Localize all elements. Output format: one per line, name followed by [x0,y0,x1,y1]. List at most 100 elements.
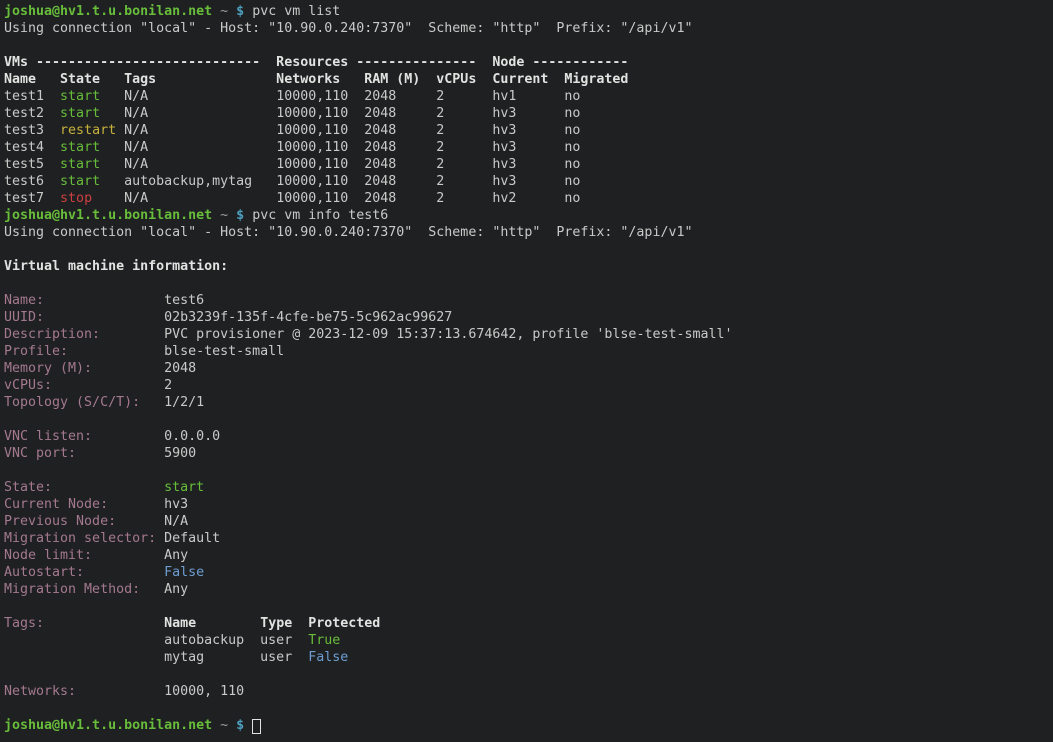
terminal-line [4,700,1053,717]
terminal-line: Memory (M): 2048 [4,360,1053,377]
text-segment: Current Node: [4,497,108,512]
terminal-line: Previous Node: N/A [4,513,1053,530]
text-segment: Any [140,582,188,597]
text-segment: Name State Tags Networks RAM (M) vCPUs C… [4,72,628,87]
text-segment: Using connection "local" - Host: "10.90.… [4,225,692,240]
text-segment: Using connection "local" - Host: "10.90.… [4,21,692,36]
terminal-line: Profile: blse-test-small [4,343,1053,360]
text-segment: State: [4,480,52,495]
text-segment: N/A 10000,110 2048 2 hv3 no [100,157,580,172]
prompt-cwd: ~ [212,208,236,223]
text-segment: test3 [4,123,60,138]
text-segment: autobackup user [4,633,308,648]
text-segment: Topology (S/C/T): [4,395,140,410]
text-segment: pvc vm list [252,4,340,19]
terminal-line [4,462,1053,479]
terminal-line: Using connection "local" - Host: "10.90.… [4,20,1053,37]
terminal-line: test7 stop N/A 10000,110 2048 2 hv2 no [4,190,1053,207]
text-segment: mytag user [4,650,308,665]
terminal-line: test2 start N/A 10000,110 2048 2 hv3 no [4,105,1053,122]
text-segment: autobackup,mytag 10000,110 2048 2 hv3 no [100,174,580,189]
text-segment: 5900 [76,446,196,461]
terminal-line: Virtual machine information: [4,258,1053,275]
terminal-line: UUID: 02b3239f-135f-4cfe-be75-5c962ac996… [4,309,1053,326]
text-segment: start [60,89,100,104]
terminal-line: joshua@hv1.t.u.bonilan.net ~ $ pvc vm in… [4,207,1053,224]
text-segment: Any [92,548,188,563]
text-segment: 0.0.0.0 [92,429,220,444]
text-segment: restart [60,123,116,138]
terminal-line: test3 restart N/A 10000,110 2048 2 hv3 n… [4,122,1053,139]
text-segment: N/A 10000,110 2048 2 hv2 no [92,191,580,206]
text-segment: test4 [4,140,60,155]
terminal-line [4,275,1053,292]
prompt-symbol: $ [236,208,252,223]
prompt-cwd: ~ [212,718,236,733]
terminal-cursor[interactable] [252,719,261,734]
text-segment [52,480,164,495]
terminal-line [4,241,1053,258]
text-segment: hv3 [108,497,188,512]
terminal-line [4,666,1053,683]
text-segment: Name: [4,293,44,308]
terminal-line: autobackup user True [4,632,1053,649]
text-segment: vCPUs: [4,378,52,393]
terminal-line: Node limit: Any [4,547,1053,564]
prompt-user-host: joshua@hv1.t.u.bonilan.net [4,4,212,19]
text-segment: Memory (M): [4,361,92,376]
text-segment: start [60,140,100,155]
text-segment: N/A 10000,110 2048 2 hv3 no [116,123,580,138]
text-segment: Migration selector: [4,531,156,546]
text-segment: 02b3239f-135f-4cfe-be75-5c962ac99627 [44,310,452,325]
terminal-line: VNC listen: 0.0.0.0 [4,428,1053,445]
text-segment [84,565,164,580]
terminal-line: Current Node: hv3 [4,496,1053,513]
terminal-screen: { "palette": { "bg": "#1e2022", "fg": "#… [0,0,1053,742]
terminal-line: Migration Method: Any [4,581,1053,598]
terminal-line: Using connection "local" - Host: "10.90.… [4,224,1053,241]
text-segment: start [60,157,100,172]
terminal-line: Topology (S/C/T): 1/2/1 [4,394,1053,411]
text-segment: PVC provisioner @ 2023-12-09 15:37:13.67… [100,327,732,342]
terminal-line: test4 start N/A 10000,110 2048 2 hv3 no [4,139,1053,156]
terminal-line: Description: PVC provisioner @ 2023-12-0… [4,326,1053,343]
text-segment: VNC port: [4,446,76,461]
terminal-line: Migration selector: Default [4,530,1053,547]
text-segment: Profile: [4,344,68,359]
text-segment: Migration Method: [4,582,140,597]
prompt-symbol: $ [236,718,252,733]
text-segment: pvc vm info test6 [252,208,388,223]
text-segment: Networks: [4,684,76,699]
text-segment [44,616,164,631]
terminal-line: VNC port: 5900 [4,445,1053,462]
terminal-line [4,37,1053,54]
text-segment: False [308,650,348,665]
text-segment: 1/2/1 [140,395,204,410]
terminal-line: test1 start N/A 10000,110 2048 2 hv1 no [4,88,1053,105]
text-segment: VNC listen: [4,429,92,444]
terminal-output[interactable]: joshua@hv1.t.u.bonilan.net ~ $ pvc vm li… [0,0,1053,742]
terminal-line: VMs ---------------------------- Resourc… [4,54,1053,71]
text-segment: start [164,480,204,495]
text-segment: test2 [4,106,60,121]
terminal-line [4,598,1053,615]
text-segment: start [60,106,100,121]
text-segment: blse-test-small [68,344,284,359]
text-segment: Autostart: [4,565,84,580]
prompt-symbol: $ [236,4,252,19]
text-segment: 2048 [92,361,196,376]
terminal-line: mytag user False [4,649,1053,666]
text-segment: Tags: [4,616,44,631]
text-segment: N/A 10000,110 2048 2 hv3 no [100,106,580,121]
text-segment: Previous Node: [4,514,116,529]
text-segment: test1 [4,89,60,104]
terminal-line: State: start [4,479,1053,496]
text-segment: N/A 10000,110 2048 2 hv1 no [100,89,580,104]
text-segment: test6 [4,174,60,189]
terminal-line: Networks: 10000, 110 [4,683,1053,700]
terminal-line [4,411,1053,428]
terminal-line: Name State Tags Networks RAM (M) vCPUs C… [4,71,1053,88]
terminal-line: test5 start N/A 10000,110 2048 2 hv3 no [4,156,1053,173]
prompt-user-host: joshua@hv1.t.u.bonilan.net [4,718,212,733]
text-segment: Virtual machine information: [4,259,228,274]
